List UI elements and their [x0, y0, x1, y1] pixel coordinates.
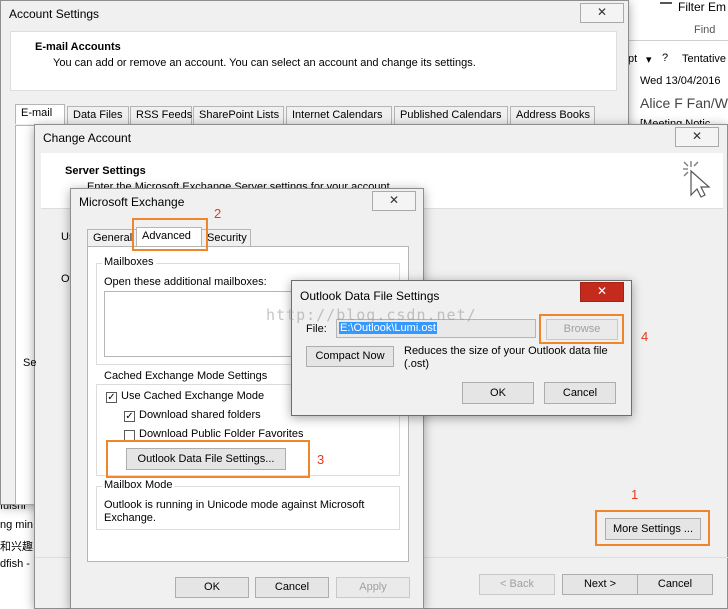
ok-button[interactable]: OK — [175, 577, 249, 598]
close-button[interactable]: ✕ — [580, 282, 624, 302]
close-icon: ✕ — [596, 284, 608, 298]
step-number-2: 2 — [214, 206, 222, 221]
ost-titlebar: Outlook Data File Settings ✕ — [292, 281, 631, 307]
ok-button[interactable]: OK — [462, 382, 534, 404]
step-number-4: 4 — [641, 329, 649, 344]
apply-button[interactable]: Apply — [336, 577, 410, 598]
watermark-text: http://blog.csdn.net/ — [266, 306, 477, 324]
mailbox-mode-label: Mailbox Mode — [102, 479, 175, 491]
tab-email[interactable]: E-mail — [15, 104, 65, 124]
filter-icon — [660, 2, 672, 12]
tab-rss-feeds[interactable]: RSS Feeds — [130, 106, 192, 124]
tab-address-books[interactable]: Address Books — [510, 106, 595, 124]
cancel-button[interactable]: Cancel — [637, 574, 713, 595]
download-shared-checkbox[interactable]: ✓ — [124, 411, 135, 422]
ribbon-divider — [628, 40, 728, 41]
header-title: Server Settings — [65, 165, 146, 177]
tab-general[interactable]: General — [87, 229, 137, 247]
window-title: Change Account — [43, 131, 132, 145]
mail-snippet: 和兴趣 — [0, 541, 33, 553]
header-description: You can add or remove an account. You ca… — [53, 57, 476, 69]
reply-fragment: pt — [628, 53, 638, 65]
checkmark-icon: ✓ — [107, 392, 116, 403]
mail-snippet: ng min — [0, 519, 34, 531]
window-title: Microsoft Exchange — [79, 195, 185, 209]
close-button[interactable]: ✕ — [675, 127, 719, 147]
tab-sharepoint-lists[interactable]: SharePoint Lists — [193, 106, 284, 124]
tab-data-files[interactable]: Data Files — [67, 106, 129, 124]
close-icon: ✕ — [596, 5, 608, 19]
mailbox-mode-text: Outlook is running in Unicode mode again… — [104, 499, 365, 524]
message-sender: Alice F Fan/W — [640, 95, 728, 111]
window-title: Account Settings — [9, 7, 100, 21]
account-settings-header: E-mail Accounts You can add or remove an… — [10, 31, 617, 91]
close-button[interactable]: ✕ — [580, 3, 624, 23]
exchange-titlebar: Microsoft Exchange ✕ — [71, 189, 423, 215]
next-button[interactable]: Next > — [562, 574, 638, 595]
highlight-browse-button — [539, 314, 624, 344]
cached-group-label: Cached Exchange Mode Settings — [102, 370, 270, 382]
close-icon: ✕ — [691, 129, 703, 143]
tab-security[interactable]: Security — [201, 229, 251, 247]
download-public-label: Download Public Folder Favorites — [139, 428, 304, 440]
highlight-more-settings-button — [595, 510, 710, 546]
account-settings-titlebar: Account Settings ✕ — [1, 1, 628, 27]
cancel-button[interactable]: Cancel — [255, 577, 329, 598]
close-button[interactable]: ✕ — [372, 191, 416, 211]
find-group-label: Find — [694, 24, 716, 36]
highlight-advanced-tab — [132, 218, 208, 251]
change-account-titlebar: Change Account ✕ — [35, 125, 727, 151]
compact-now-button[interactable]: Compact Now — [306, 346, 394, 367]
open-additional-label: Open these additional mailboxes: — [104, 276, 267, 288]
ost-settings-dialog: Outlook Data File Settings ✕ File: E:\Ou… — [291, 280, 632, 416]
message-date: Wed 13/04/2016 — [640, 75, 721, 87]
download-shared-label: Download shared folders — [139, 409, 261, 421]
cancel-button[interactable]: Cancel — [544, 382, 616, 404]
tentative-icon: ? — [662, 52, 669, 64]
mailboxes-group-label: Mailboxes — [102, 256, 156, 268]
highlight-ost-settings-button — [106, 440, 310, 478]
tentative-button[interactable]: Tentative — [682, 53, 726, 65]
account-tabs: E-mail Data Files RSS Feeds SharePoint L… — [15, 104, 615, 126]
back-button[interactable]: < Back — [479, 574, 555, 595]
use-cached-label: Use Cached Exchange Mode — [121, 390, 265, 402]
header-title: E-mail Accounts — [35, 41, 121, 53]
window-title: Outlook Data File Settings — [300, 289, 440, 303]
tab-published-calendars[interactable]: Published Calendars — [394, 106, 508, 124]
mail-snippet: dfish - — [0, 558, 30, 570]
checkmark-icon: ✓ — [125, 411, 134, 422]
chevron-down-icon: ▾ — [646, 54, 652, 66]
server-label-fragment: Se — [23, 357, 37, 369]
use-cached-checkbox[interactable]: ✓ — [106, 392, 117, 403]
filter-email-button[interactable]: Filter Em — [678, 0, 726, 14]
close-icon: ✕ — [388, 193, 400, 207]
step-number-1: 1 — [631, 487, 639, 502]
cursor-sparkle-icon — [681, 159, 717, 199]
compact-description: Reduces the size of your Outlook data fi… — [404, 345, 608, 370]
step-number-3: 3 — [317, 452, 325, 467]
file-label: File: — [306, 323, 327, 335]
tab-internet-calendars[interactable]: Internet Calendars — [286, 106, 392, 124]
